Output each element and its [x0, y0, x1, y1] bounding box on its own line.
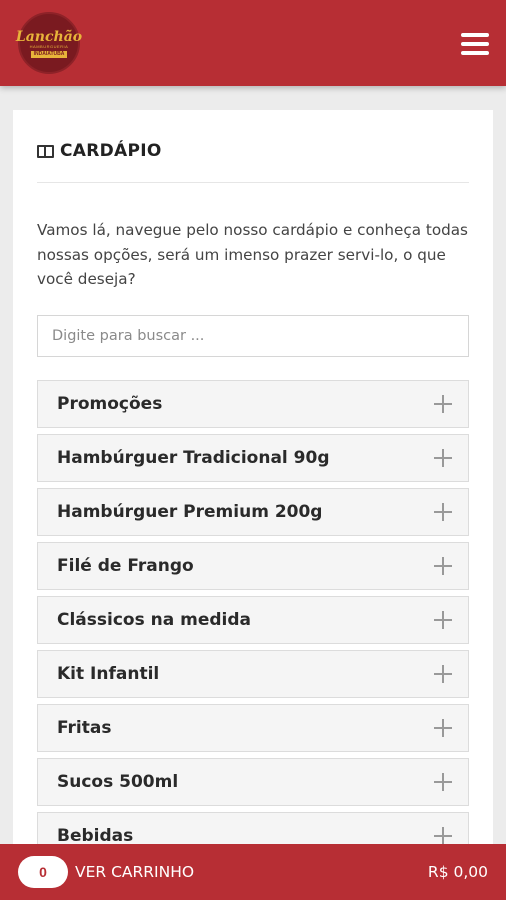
category-label: Fritas	[57, 718, 112, 738]
brand-logo[interactable]: Lanchão HAMBURGUERIA INDAIATUBA	[15, 12, 83, 74]
logo-script-text: Lanchão	[15, 29, 83, 45]
plus-icon[interactable]	[434, 395, 452, 413]
plus-icon[interactable]	[434, 449, 452, 467]
book-icon	[37, 144, 54, 158]
search-input[interactable]	[37, 315, 469, 357]
category-label: Promoções	[57, 394, 163, 414]
page-title: CARDÁPIO	[60, 141, 162, 161]
top-bar: Lanchão HAMBURGUERIA INDAIATUBA	[0, 0, 506, 86]
intro-text: Vamos lá, navegue pelo nosso cardápio e …	[37, 221, 468, 288]
category-classicos[interactable]: Clássicos na medida	[37, 596, 469, 644]
category-label: Filé de Frango	[57, 556, 194, 576]
cart-bar: 0 VER CARRINHO R$ 0,00	[0, 844, 506, 900]
hamburger-menu-icon[interactable]	[458, 30, 492, 58]
logo-city: INDAIATUBA	[30, 51, 68, 58]
logo-subtitle: HAMBURGUERIA	[29, 44, 69, 49]
plus-icon[interactable]	[434, 557, 452, 575]
plus-icon[interactable]	[434, 503, 452, 521]
category-kit-infantil[interactable]: Kit Infantil	[37, 650, 469, 698]
category-hamburguer-premium[interactable]: Hambúrguer Premium 200g	[37, 488, 469, 536]
category-label: Hambúrguer Tradicional 90g	[57, 448, 330, 468]
category-sucos[interactable]: Sucos 500ml	[37, 758, 469, 806]
plus-icon[interactable]	[434, 665, 452, 683]
category-label: Sucos 500ml	[57, 772, 179, 792]
category-file-de-frango[interactable]: Filé de Frango	[37, 542, 469, 590]
menu-bar	[461, 51, 489, 55]
category-label: Hambúrguer Premium 200g	[57, 502, 323, 522]
divider	[37, 182, 469, 183]
menu-card: CARDÁPIO Vamos lá, navegue pelo nosso ca…	[13, 110, 493, 870]
category-label: Kit Infantil	[57, 664, 160, 684]
plus-icon[interactable]	[434, 773, 452, 791]
menu-bar	[461, 33, 489, 37]
view-cart-button[interactable]: 0 VER CARRINHO	[18, 856, 194, 888]
menu-card-header: CARDÁPIO	[37, 138, 162, 164]
cart-total: R$ 0,00	[427, 863, 488, 881]
cart-count-badge: 0	[18, 856, 68, 888]
category-hamburguer-tradicional[interactable]: Hambúrguer Tradicional 90g	[37, 434, 469, 482]
menu-bar	[461, 42, 489, 46]
plus-icon[interactable]	[434, 611, 452, 629]
category-fritas[interactable]: Fritas	[37, 704, 469, 752]
plus-icon[interactable]	[434, 827, 452, 845]
category-promocoes[interactable]: Promoções	[37, 380, 469, 428]
category-label: Clássicos na medida	[57, 610, 252, 630]
plus-icon[interactable]	[434, 719, 452, 737]
category-label: Bebidas	[57, 826, 134, 846]
view-cart-label: VER CARRINHO	[75, 863, 195, 881]
